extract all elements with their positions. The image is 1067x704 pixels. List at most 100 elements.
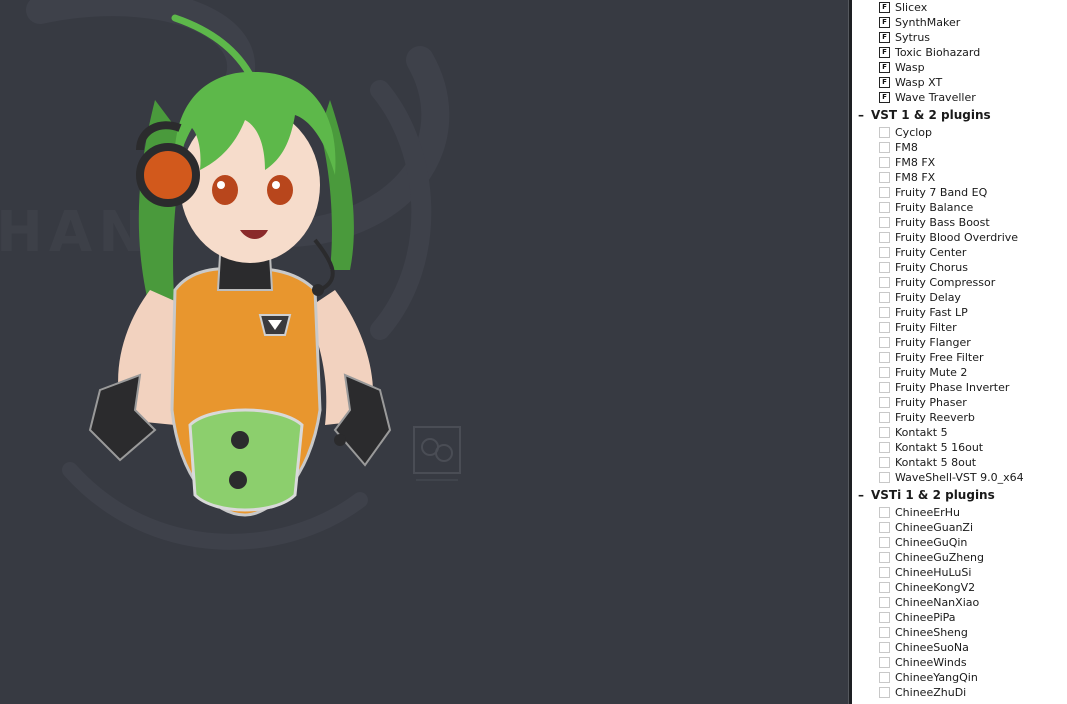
plugin-list-item[interactable]: F Wave Traveller xyxy=(852,90,1067,105)
favorite-checkbox[interactable] xyxy=(879,612,890,623)
plugin-list-item[interactable]: Fruity Delay xyxy=(852,290,1067,305)
favorite-checkbox[interactable] xyxy=(879,232,890,243)
plugin-group-header[interactable]: – VSTi 1 & 2 plugins xyxy=(852,485,1067,505)
plugin-list-item[interactable]: ChineeZhuDi xyxy=(852,685,1067,700)
favorite-checkbox[interactable] xyxy=(879,552,890,563)
favorite-checkbox[interactable] xyxy=(879,567,890,578)
plugin-list-item[interactable]: ChineeHuLuSi xyxy=(852,565,1067,580)
plugin-list-item[interactable]: Kontakt 5 16out xyxy=(852,440,1067,455)
plugin-list-item[interactable]: FM8 xyxy=(852,140,1067,155)
fx-checkbox[interactable]: F xyxy=(879,2,890,13)
plugin-list-item[interactable]: F Sytrus xyxy=(852,30,1067,45)
favorite-checkbox[interactable] xyxy=(879,277,890,288)
plugin-list-item[interactable]: ChineeGuQin xyxy=(852,535,1067,550)
plugin-list-item[interactable]: Fruity Chorus xyxy=(852,260,1067,275)
favorite-checkbox[interactable] xyxy=(879,412,890,423)
plugin-name: Fruity Balance xyxy=(895,201,974,214)
plugin-list-item[interactable]: Kontakt 5 8out xyxy=(852,455,1067,470)
favorite-checkbox[interactable] xyxy=(879,307,890,318)
favorite-checkbox[interactable] xyxy=(879,507,890,518)
favorite-checkbox[interactable] xyxy=(879,597,890,608)
favorite-checkbox[interactable] xyxy=(879,367,890,378)
favorite-checkbox[interactable] xyxy=(879,382,890,393)
favorite-checkbox[interactable] xyxy=(879,582,890,593)
plugin-name: ChineeGuQin xyxy=(895,536,968,549)
fx-checkbox[interactable]: F xyxy=(879,47,890,58)
favorite-checkbox[interactable] xyxy=(879,337,890,348)
plugin-list-item[interactable]: Fruity Compressor xyxy=(852,275,1067,290)
fx-checkbox[interactable]: F xyxy=(879,17,890,28)
favorite-checkbox[interactable] xyxy=(879,397,890,408)
fx-checkbox[interactable]: F xyxy=(879,32,890,43)
fx-checkbox[interactable]: F xyxy=(879,92,890,103)
plugin-list-item[interactable]: FM8 FX xyxy=(852,170,1067,185)
plugin-list-item[interactable]: Fruity Bass Boost xyxy=(852,215,1067,230)
plugin-list-item[interactable]: ChineeKongV2 xyxy=(852,580,1067,595)
plugin-list-item[interactable]: Cyclop xyxy=(852,125,1067,140)
plugin-list-item[interactable]: Fruity Mute 2 xyxy=(852,365,1067,380)
plugin-list-item[interactable]: Fruity Balance xyxy=(852,200,1067,215)
plugin-list-item[interactable]: Fruity 7 Band EQ xyxy=(852,185,1067,200)
favorite-checkbox[interactable] xyxy=(879,247,890,258)
plugin-list-item[interactable]: Fruity Fast LP xyxy=(852,305,1067,320)
favorite-checkbox[interactable] xyxy=(879,142,890,153)
fx-checkbox[interactable]: F xyxy=(879,62,890,73)
favorite-checkbox[interactable] xyxy=(879,127,890,138)
plugin-list-item[interactable]: Fruity Reeverb xyxy=(852,410,1067,425)
favorite-checkbox[interactable] xyxy=(879,472,890,483)
plugin-list-item[interactable]: F SynthMaker xyxy=(852,15,1067,30)
favorite-checkbox[interactable] xyxy=(879,457,890,468)
favorite-checkbox[interactable] xyxy=(879,172,890,183)
favorite-checkbox[interactable] xyxy=(879,157,890,168)
favorite-checkbox[interactable] xyxy=(879,537,890,548)
favorite-checkbox[interactable] xyxy=(879,322,890,333)
plugin-name: Fruity Center xyxy=(895,246,967,259)
favorite-checkbox[interactable] xyxy=(879,427,890,438)
favorite-checkbox[interactable] xyxy=(879,672,890,683)
plugin-list-item[interactable]: ChineeErHu xyxy=(852,505,1067,520)
plugin-list-item[interactable]: F Wasp XT xyxy=(852,75,1067,90)
collapse-icon[interactable]: – xyxy=(858,105,864,125)
plugin-name: Sytrus xyxy=(895,31,931,44)
plugin-list-item[interactable]: F Toxic Biohazard xyxy=(852,45,1067,60)
plugin-list-item[interactable]: Kontakt 5 xyxy=(852,425,1067,440)
plugin-list-item[interactable]: ChineeGuanZi xyxy=(852,520,1067,535)
plugin-list-item[interactable]: ChineeYangQin xyxy=(852,670,1067,685)
favorite-checkbox[interactable] xyxy=(879,522,890,533)
favorite-checkbox[interactable] xyxy=(879,262,890,273)
plugin-list-item[interactable]: ChineeGuZheng xyxy=(852,550,1067,565)
favorite-checkbox[interactable] xyxy=(879,442,890,453)
collapse-icon[interactable]: – xyxy=(858,485,864,505)
favorite-checkbox[interactable] xyxy=(879,657,890,668)
favorite-checkbox[interactable] xyxy=(879,352,890,363)
favorite-checkbox[interactable] xyxy=(879,187,890,198)
favorite-checkbox[interactable] xyxy=(879,642,890,653)
plugin-name: WaveShell-VST 9.0_x64 xyxy=(895,471,1024,484)
favorite-checkbox[interactable] xyxy=(879,687,890,698)
plugin-list-item[interactable]: Fruity Center xyxy=(852,245,1067,260)
plugin-list-item[interactable]: FM8 FX xyxy=(852,155,1067,170)
plugin-list-item[interactable]: ChineePiPa xyxy=(852,610,1067,625)
favorite-checkbox[interactable] xyxy=(879,217,890,228)
fx-checkbox[interactable]: F xyxy=(879,77,890,88)
favorite-checkbox[interactable] xyxy=(879,202,890,213)
plugin-list-item[interactable]: ChineeSheng xyxy=(852,625,1067,640)
plugin-list-item[interactable]: ChineeWinds xyxy=(852,655,1067,670)
plugin-list-item[interactable]: Fruity Phase Inverter xyxy=(852,380,1067,395)
favorite-checkbox[interactable] xyxy=(879,292,890,303)
plugin-list-item[interactable]: WaveShell-VST 9.0_x64 xyxy=(852,470,1067,485)
favorite-checkbox[interactable] xyxy=(879,627,890,638)
plugin-list-item[interactable]: F Slicex xyxy=(852,0,1067,15)
plugin-list-item[interactable]: F Wasp xyxy=(852,60,1067,75)
plugin-list-item[interactable]: Fruity Flanger xyxy=(852,335,1067,350)
plugin-list-item[interactable]: ChineeSuoNa xyxy=(852,640,1067,655)
plugin-list-item[interactable]: Fruity Filter xyxy=(852,320,1067,335)
plugin-group-header[interactable]: – VST 1 & 2 plugins xyxy=(852,105,1067,125)
plugin-name: Fruity Chorus xyxy=(895,261,969,274)
plugin-list-item[interactable]: ChineeNanXiao xyxy=(852,595,1067,610)
plugin-list-item[interactable]: Fruity Free Filter xyxy=(852,350,1067,365)
plugin-list-item[interactable]: Fruity Phaser xyxy=(852,395,1067,410)
mascot-illustration xyxy=(88,14,392,517)
plugin-name: Fruity 7 Band EQ xyxy=(895,186,988,199)
plugin-list-item[interactable]: Fruity Blood Overdrive xyxy=(852,230,1067,245)
